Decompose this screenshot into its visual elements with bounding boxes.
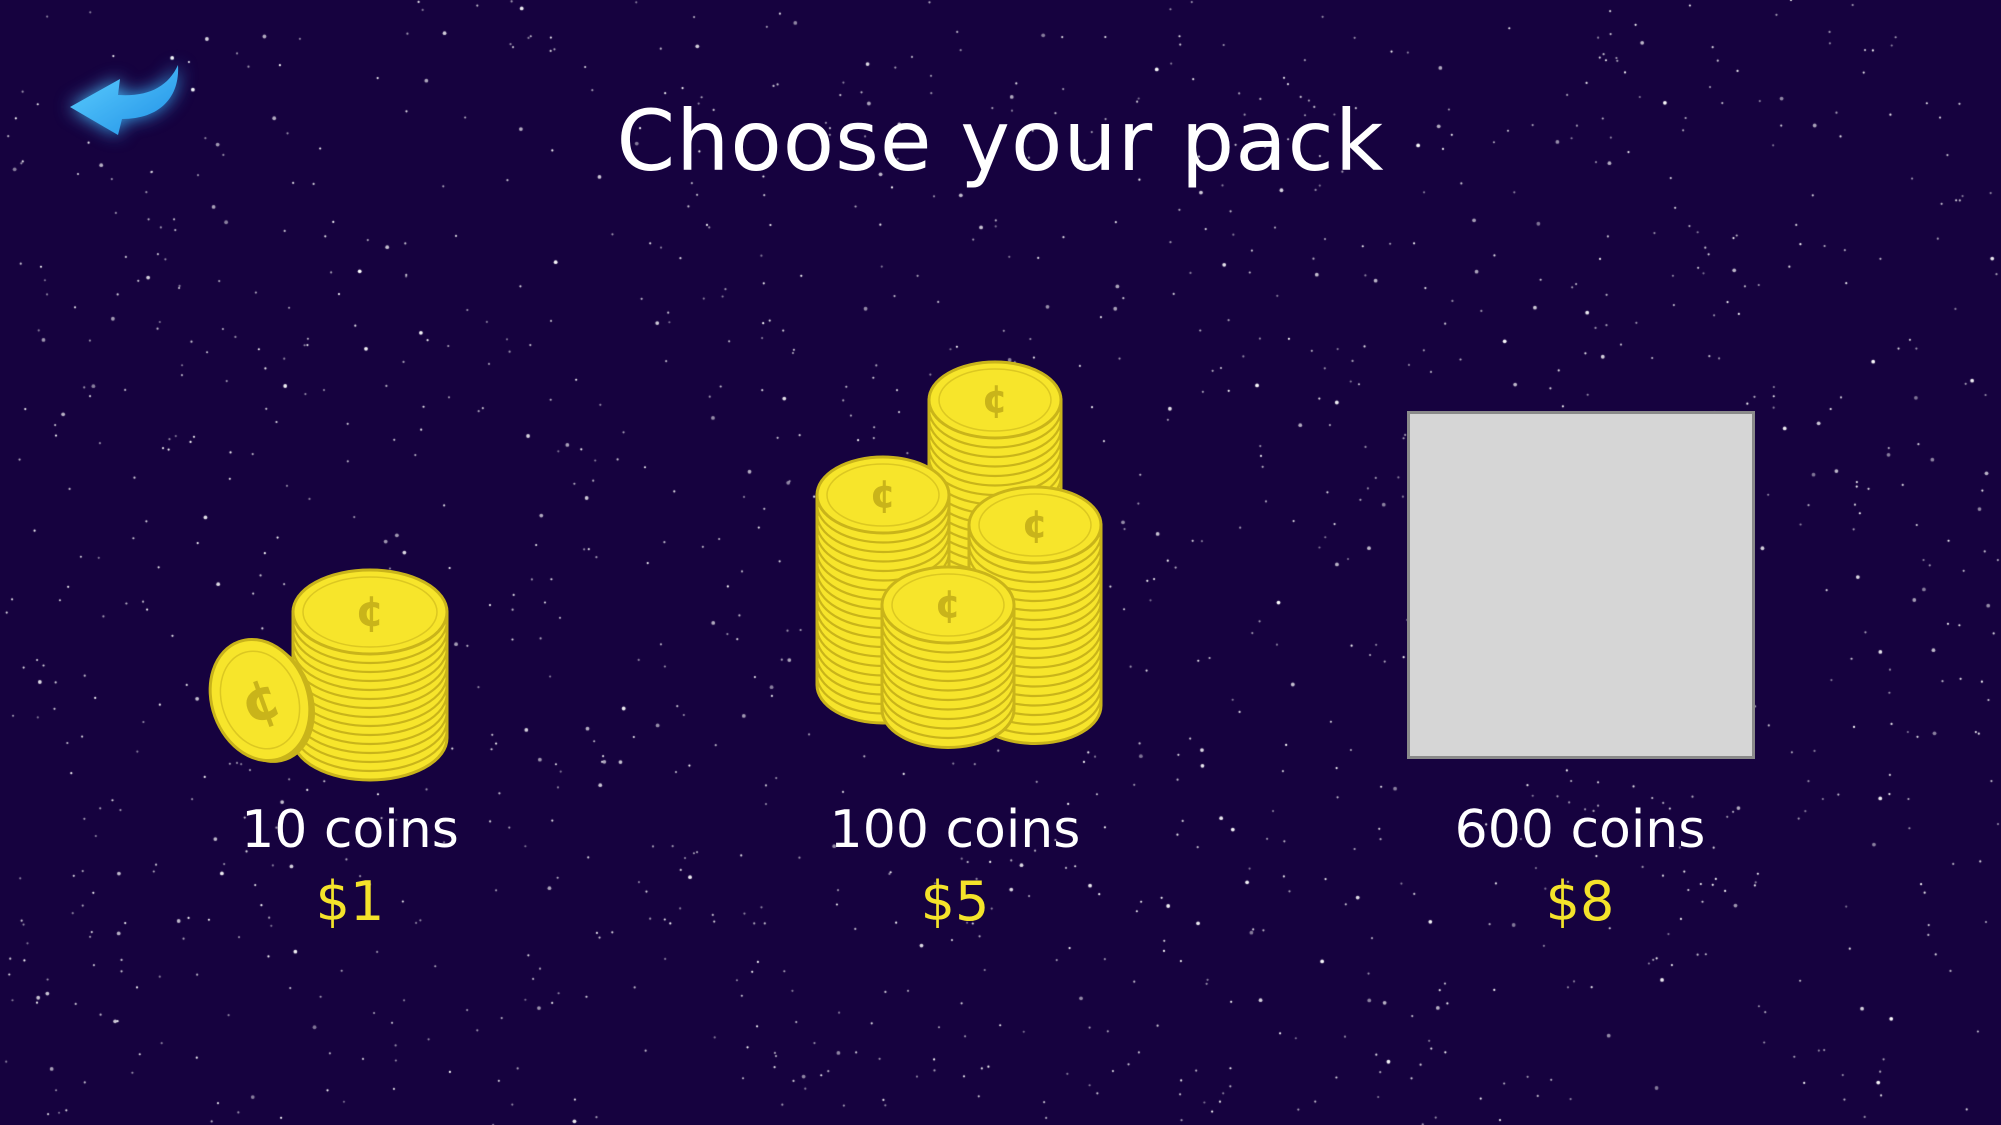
pack-coins-label: 100 coins (829, 800, 1081, 860)
coin-stack-front: ¢ (880, 565, 1016, 749)
pack-100-coins[interactable]: ¢ ¢ ¢ ¢ 100 coins $5 (775, 360, 1135, 940)
pack-price-label: $8 (1545, 870, 1615, 933)
cent-symbol: ¢ (982, 377, 1008, 421)
pack-600-coins[interactable]: 600 coins $8 (1400, 410, 1760, 940)
pack-coins-label: 600 coins (1454, 800, 1706, 860)
pack-price-label: $1 (315, 870, 385, 933)
cent-symbol: ¢ (1022, 502, 1048, 546)
coin-stack: ¢ (291, 568, 449, 782)
cent-symbol: ¢ (935, 582, 961, 626)
pack-image-placeholder (1407, 411, 1755, 759)
pack-10-coins[interactable]: ¢ ¢ 10 coins $1 (170, 560, 530, 940)
cent-symbol: ¢ (870, 472, 896, 516)
small-coin-stack-icon: ¢ ¢ (208, 560, 470, 785)
pack-coins-label: 10 coins (241, 800, 459, 860)
coin-piles-icon: ¢ ¢ ¢ ¢ (805, 360, 1125, 785)
page-title: Choose your pack (616, 92, 1385, 190)
cent-symbol: ¢ (355, 586, 384, 635)
pack-price-label: $5 (920, 870, 990, 933)
shop-screen: Choose your pack ¢ ¢ 10 coins $1 ¢ ¢ ¢ ¢ 100… (0, 0, 2001, 1125)
